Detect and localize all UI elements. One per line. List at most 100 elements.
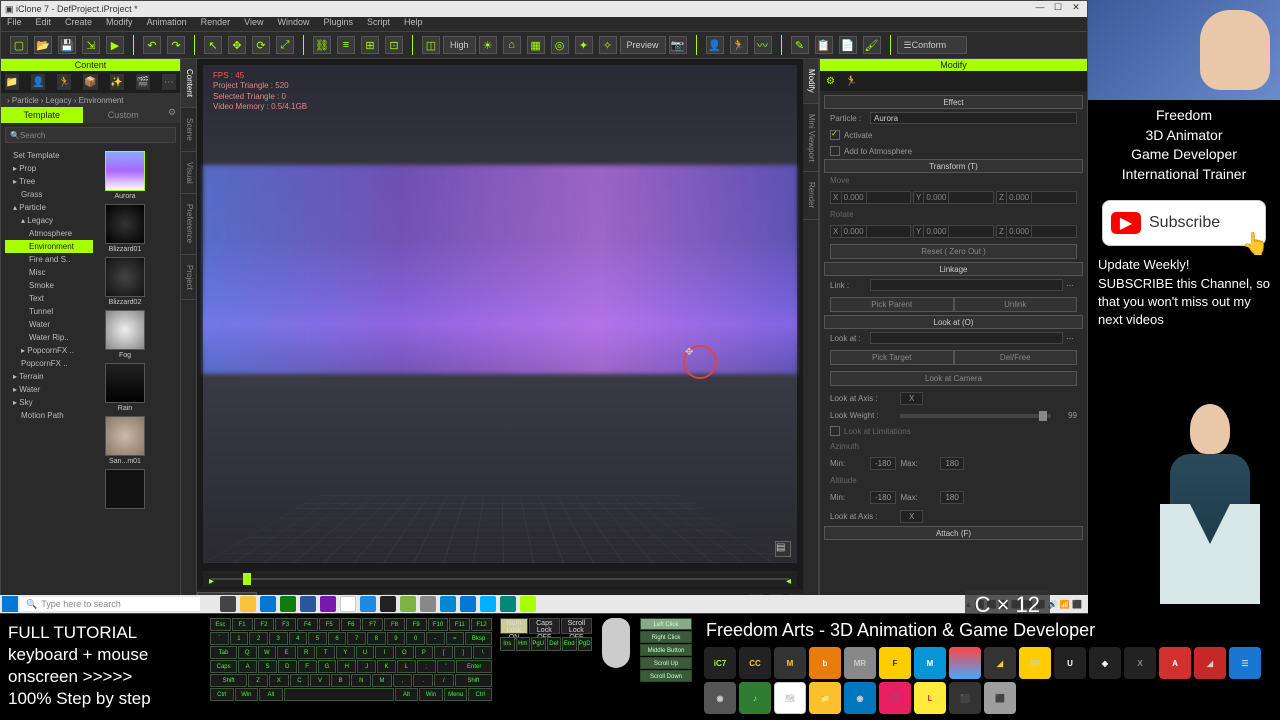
tree-environment[interactable]: Environment (5, 240, 93, 253)
export-button[interactable]: ⇲ (82, 36, 100, 54)
path-button[interactable]: 〰 (754, 36, 772, 54)
rot-z[interactable]: Z 0.000 (996, 225, 1077, 238)
scale-tool[interactable]: ⤢ (276, 36, 294, 54)
snap-tool[interactable]: ⊞ (361, 36, 379, 54)
axis-select[interactable]: X (900, 392, 923, 405)
media-icon[interactable]: 🎬 (136, 74, 150, 90)
linkage-section[interactable]: Linkage (824, 262, 1083, 276)
attach-section[interactable]: Attach (F) (824, 526, 1083, 540)
menu-render[interactable]: Render (201, 17, 231, 31)
close-button[interactable]: ✕ (1069, 2, 1083, 16)
reset-button[interactable]: Reset ( Zero Out ) (830, 244, 1077, 259)
menu-create[interactable]: Create (65, 17, 92, 31)
tree-tree[interactable]: ▸ Tree (5, 175, 93, 188)
subscribe-button[interactable]: ▶ Subscribe 👆 (1102, 200, 1266, 246)
3d-viewport[interactable]: FPS : 45 Project Triangle : 520 Selected… (203, 65, 797, 563)
tree-text[interactable]: Text (5, 292, 93, 305)
more-icon[interactable]: ⋯ (162, 74, 176, 90)
az-min[interactable]: -180 (870, 457, 896, 470)
save-button[interactable]: 💾 (58, 36, 76, 54)
side-tab-preference[interactable]: Preference (181, 194, 196, 254)
undo-button[interactable]: ↶ (143, 36, 161, 54)
folder-icon[interactable]: 📁 (5, 74, 19, 90)
motion-button[interactable]: 🏃 (730, 36, 748, 54)
menu-modify[interactable]: Modify (106, 17, 133, 31)
tree-sky[interactable]: ▸ Sky (5, 396, 93, 409)
taskbar-search[interactable]: 🔍 Type here to search (20, 597, 200, 611)
menu-edit[interactable]: Edit (36, 17, 52, 31)
conform-select[interactable]: ☰ Conform (897, 36, 967, 54)
char-button[interactable]: 👤 (706, 36, 724, 54)
render-button[interactable]: ▶ (106, 36, 124, 54)
tree-tunnel[interactable]: Tunnel (5, 305, 93, 318)
view-mode-button[interactable]: ◫ (422, 36, 440, 54)
alt-min[interactable]: -180 (870, 491, 896, 504)
word-icon[interactable] (300, 596, 316, 612)
playhead[interactable] (243, 573, 251, 585)
app-icon-3[interactable] (380, 596, 396, 612)
menu-view[interactable]: View (244, 17, 263, 31)
side-tab-visual[interactable]: Visual (181, 152, 196, 195)
thumb-aurora[interactable]: Aurora (101, 151, 149, 200)
skype-icon[interactable] (480, 596, 496, 612)
side-tab-content[interactable]: Content (181, 59, 196, 108)
excel-icon[interactable] (280, 596, 296, 612)
edge-icon[interactable] (260, 596, 276, 612)
fx-button[interactable]: ✧ (599, 36, 617, 54)
brush-button[interactable]: 🖌 (863, 36, 881, 54)
app-icon-1[interactable] (320, 596, 336, 612)
pick-target-button[interactable]: Pick Target (830, 350, 954, 365)
pick-parent-button[interactable]: Pick Parent (830, 297, 954, 312)
side-tab-mini-viewport[interactable]: Mini Viewport (803, 104, 818, 173)
search-input[interactable]: 🔍 Search (5, 127, 176, 143)
tree-motion-path[interactable]: Motion Path (5, 409, 93, 422)
app-icon-2[interactable] (360, 596, 376, 612)
clipboard-button[interactable]: 📋 (815, 36, 833, 54)
menu-file[interactable]: File (7, 17, 22, 31)
tree-atmosphere[interactable]: Atmosphere (5, 227, 93, 240)
timeline[interactable]: ▸ ◂ (203, 571, 797, 587)
tree-legacy[interactable]: ▴ Legacy (5, 214, 93, 227)
particle-name-input[interactable] (870, 112, 1077, 124)
limits-checkbox[interactable] (830, 426, 840, 436)
tree-smoke[interactable]: Smoke (5, 279, 93, 292)
quality-select[interactable]: High (443, 36, 476, 54)
paste-button[interactable]: 📄 (839, 36, 857, 54)
side-tab-project[interactable]: Project (181, 255, 196, 301)
open-button[interactable]: 📂 (34, 36, 52, 54)
add-atmosphere-checkbox[interactable] (830, 146, 840, 156)
tab-template[interactable]: Template (1, 107, 83, 123)
unlink-button[interactable]: Unlink (954, 297, 1078, 312)
thumb-blizzard02[interactable]: Blizzard02 (101, 257, 149, 306)
menu-window[interactable]: Window (277, 17, 309, 31)
menu-animation[interactable]: Animation (147, 17, 187, 31)
viewport-settings-icon[interactable]: ▤ (775, 541, 791, 557)
tree-grass[interactable]: Grass (5, 188, 93, 201)
group-tool[interactable]: ⊡ (385, 36, 403, 54)
particle-icon[interactable]: ✨ (110, 74, 124, 90)
side-tab-scene[interactable]: Scene (181, 108, 196, 152)
lookat-input[interactable] (870, 332, 1063, 344)
home-button[interactable]: ⌂ (503, 36, 521, 54)
move-z[interactable]: Z 0.000 (996, 191, 1077, 204)
tree-fire[interactable]: Fire and S.. (5, 253, 93, 266)
task-view-icon[interactable] (220, 596, 236, 612)
axis-select2[interactable]: X (900, 510, 923, 523)
rot-x[interactable]: X 0.000 (830, 225, 911, 238)
effect-section[interactable]: Effect (824, 95, 1083, 109)
modify-tab-settings-icon[interactable]: ⚙ (826, 76, 835, 87)
tree-popcorn1[interactable]: ▸ PopcornFX .. (5, 344, 93, 357)
thumb-blizzard01[interactable]: Blizzard01 (101, 204, 149, 253)
link-tool[interactable]: ⛓ (313, 36, 331, 54)
prop-icon[interactable]: 📦 (83, 74, 97, 90)
alt-max[interactable]: 180 (940, 491, 963, 504)
tree-water-rip[interactable]: Water Rip.. (5, 331, 93, 344)
weight-slider[interactable] (900, 414, 1051, 418)
align-tool[interactable]: ≡ (337, 36, 355, 54)
tree-popcorn2[interactable]: PopcornFX .. (5, 357, 93, 370)
transform-section[interactable]: Transform (T) (824, 159, 1083, 173)
thumb-more[interactable] (101, 469, 149, 509)
modify-tab-motion-icon[interactable]: 🏃 (845, 76, 857, 87)
tree-prop[interactable]: ▸ Prop (5, 162, 93, 175)
lookat-section[interactable]: Look at (O) (824, 315, 1083, 329)
